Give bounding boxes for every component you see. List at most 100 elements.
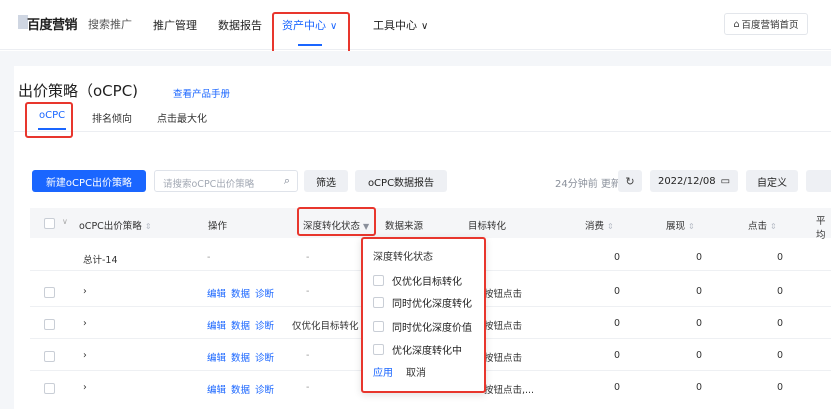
row-checkbox[interactable]: [44, 319, 55, 330]
header-strategy[interactable]: oCPC出价策略 ⇕: [79, 218, 152, 232]
sort-icon: ⇕: [607, 222, 614, 231]
header-operation: 操作: [208, 221, 228, 232]
row-op-links: 编辑 数据 诊断: [207, 286, 279, 300]
header-show[interactable]: 展现 ⇕: [666, 218, 695, 232]
header-strategy-label: oCPC出价策略: [79, 221, 142, 232]
row-target: 按钮点击: [484, 353, 523, 364]
row-target: 按钮点击,...: [484, 385, 535, 396]
search-icon[interactable]: ⌕: [284, 174, 290, 188]
product-manual-link[interactable]: 查看产品手册: [173, 86, 230, 100]
option-deep-conversion[interactable]: 同时优化深度转化: [373, 295, 472, 310]
diagnose-link[interactable]: 诊断: [255, 353, 274, 364]
overflow-button[interactable]: [806, 170, 831, 192]
row-click: 0: [777, 318, 784, 329]
option-label: 同时优化深度价值: [392, 323, 472, 334]
row-show: 0: [696, 350, 703, 361]
row-expand-icon[interactable]: ›: [83, 286, 87, 297]
chevron-down-icon: ∨: [421, 21, 429, 32]
home-button-label: 百度营销首页: [741, 20, 799, 31]
calendar-icon: ▭: [720, 175, 731, 187]
tab-click-maximize[interactable]: 点击最大化: [157, 110, 207, 125]
row-consume: 0: [614, 382, 621, 393]
header-data-source: 数据来源: [385, 221, 424, 232]
row-target: 按钮点击: [484, 321, 523, 332]
data-link[interactable]: 数据: [231, 353, 250, 364]
tab-ranking-tendency[interactable]: 排名倾向: [92, 110, 132, 125]
refresh-icon[interactable]: ↻: [618, 170, 642, 192]
logo-subtitle: 搜索推广: [88, 18, 132, 31]
highlight-deep-conversion-header: [297, 207, 376, 236]
row-click: 0: [777, 382, 784, 393]
option-checkbox[interactable]: [373, 297, 384, 308]
cancel-button[interactable]: 取消: [406, 364, 426, 379]
new-ocpc-strategy-button[interactable]: 新建oCPC出价策略: [32, 170, 146, 192]
nav-item-promotion-management[interactable]: 推广管理: [153, 17, 197, 33]
edit-link[interactable]: 编辑: [207, 289, 226, 300]
nav-item-tool-center[interactable]: 工具中心 ∨: [373, 17, 428, 33]
row-click: 0: [777, 286, 784, 297]
diagnose-link[interactable]: 诊断: [255, 289, 274, 300]
logo-text[interactable]: 百度营销: [27, 14, 78, 33]
edit-link[interactable]: 编辑: [207, 353, 226, 364]
row-expand-icon[interactable]: ›: [83, 382, 87, 393]
row-expand-icon[interactable]: ›: [83, 318, 87, 329]
option-label: 同时优化深度转化: [392, 299, 472, 310]
tabs-divider: [14, 131, 831, 132]
header-click[interactable]: 点击 ⇕: [748, 218, 777, 232]
data-link[interactable]: 数据: [231, 289, 250, 300]
sort-icon: ⇕: [144, 222, 152, 231]
ocpc-report-button[interactable]: oCPC数据报告: [355, 170, 447, 192]
option-label: 仅优化目标转化: [392, 277, 462, 288]
row-checkbox[interactable]: [44, 383, 55, 394]
row-target: 按钮点击: [484, 289, 523, 300]
deep-conversion-filter-dropdown: 深度转化状态 仅优化目标转化 同时优化深度转化 同时优化深度价值 优化深度转化中…: [361, 237, 486, 393]
data-link[interactable]: 数据: [231, 321, 250, 332]
option-checkbox[interactable]: [373, 344, 384, 355]
total-row-op: -: [207, 252, 211, 263]
custom-columns-button[interactable]: 自定义: [746, 170, 798, 192]
row-show: 0: [696, 382, 703, 393]
option-deep-value[interactable]: 同时优化深度价值: [373, 319, 472, 334]
nav-item-data-report[interactable]: 数据报告: [218, 17, 262, 33]
option-checkbox[interactable]: [373, 321, 384, 332]
home-button[interactable]: ⌂ 百度营销首页: [724, 13, 808, 35]
dropdown-title: 深度转化状态: [373, 252, 433, 263]
header-average: 平均: [816, 216, 826, 241]
date-value: 2022/12/08: [657, 175, 716, 187]
date-picker[interactable]: 2022/12/08 ▭: [650, 170, 738, 192]
total-row-name: 总计-14: [83, 255, 118, 266]
page-title: 出价策略（oCPC): [18, 82, 139, 100]
header-consume[interactable]: 消费 ⇕: [585, 218, 614, 232]
edit-link[interactable]: 编辑: [207, 321, 226, 332]
sort-icon: ⇕: [770, 222, 777, 231]
row-checkbox[interactable]: [44, 351, 55, 362]
diagnose-link[interactable]: 诊断: [255, 385, 274, 396]
total-row-deep: -: [306, 252, 310, 263]
row-checkbox[interactable]: [44, 287, 55, 298]
row-show: 0: [696, 318, 703, 329]
row-op-links: 编辑 数据 诊断: [207, 350, 279, 364]
row-op-links: 编辑 数据 诊断: [207, 382, 279, 396]
top-nav: 百度营销 搜索推广 推广管理 数据报告 资产中心 ∨ 工具中心 ∨ ⌂ 百度营销首页: [0, 0, 831, 50]
row-deep-status: -: [306, 382, 310, 393]
option-target-only[interactable]: 仅优化目标转化: [373, 273, 462, 288]
search-placeholder: 请搜索oCPC出价策略: [163, 179, 255, 190]
total-row-consume: 0: [614, 252, 621, 263]
filter-button[interactable]: 筛选: [304, 170, 348, 192]
option-optimizing[interactable]: 优化深度转化中: [373, 342, 462, 357]
diagnose-link[interactable]: 诊断: [255, 321, 274, 332]
chevron-down-icon[interactable]: ∨: [62, 217, 68, 226]
sort-icon: ⇕: [688, 222, 695, 231]
header-click-label: 点击: [748, 221, 768, 232]
strategy-search-input[interactable]: 请搜索oCPC出价策略 ⌕: [154, 170, 298, 192]
row-deep-status: -: [306, 286, 310, 297]
row-show: 0: [696, 286, 703, 297]
row-op-links: 编辑 数据 诊断: [207, 318, 279, 332]
edit-link[interactable]: 编辑: [207, 385, 226, 396]
data-link[interactable]: 数据: [231, 385, 250, 396]
total-row-click: 0: [777, 252, 784, 263]
select-all-checkbox[interactable]: [44, 218, 55, 229]
option-checkbox[interactable]: [373, 275, 384, 286]
apply-button[interactable]: 应用: [373, 364, 393, 379]
row-expand-icon[interactable]: ›: [83, 350, 87, 361]
